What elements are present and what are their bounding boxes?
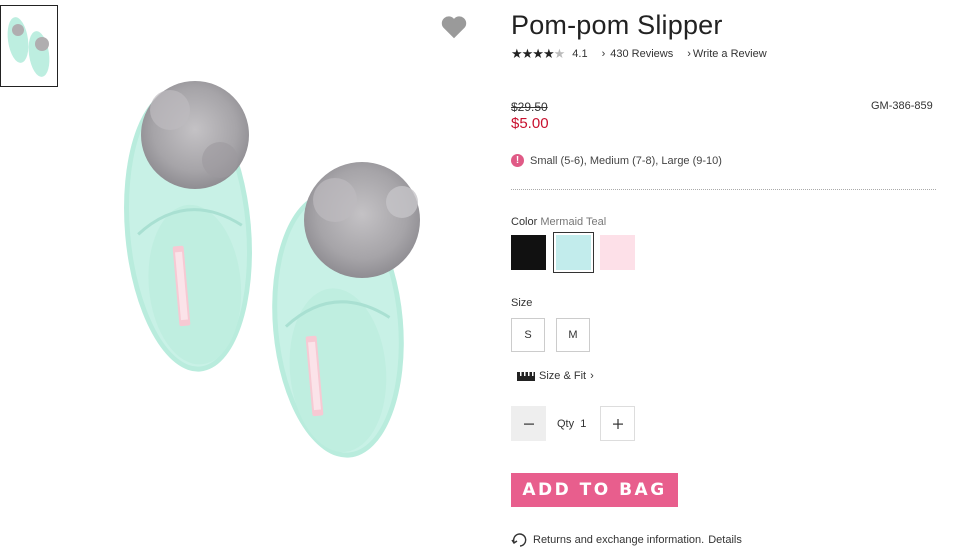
rating-value: 4.1 — [572, 48, 588, 60]
wishlist-heart-icon[interactable] — [439, 12, 469, 42]
selected-color-name: Mermaid Teal — [540, 216, 607, 228]
color-label-text: Color — [511, 216, 538, 228]
color-swatch-pink[interactable] — [600, 235, 635, 270]
qty-value: 1 — [580, 418, 587, 430]
plus-icon — [612, 418, 623, 429]
product-thumbnail[interactable] — [0, 5, 58, 87]
qty-label: Qty — [557, 418, 575, 430]
right-pompom — [304, 162, 420, 278]
size-option-s[interactable]: S — [511, 318, 545, 352]
chevron-right-icon: › — [687, 48, 691, 60]
qty-increase-button[interactable] — [600, 406, 635, 441]
alert-icon: ! — [511, 154, 524, 167]
chevron-right-icon: › — [601, 48, 606, 60]
rating-row: ★★★★★ 4.1 › 430 Reviews › Write a Review — [511, 46, 767, 62]
thumbnail-image — [7, 17, 50, 77]
add-to-bag-button[interactable]: ADD TO BAG — [511, 473, 678, 507]
qty-decrease-button[interactable] — [511, 406, 546, 441]
chevron-right-icon: › — [590, 370, 594, 382]
product-title: Pom-pom Slipper — [511, 10, 723, 40]
divider — [511, 189, 936, 190]
color-swatch-black[interactable] — [511, 235, 546, 270]
color-swatch-mermaid-teal[interactable] — [553, 232, 594, 273]
left-pompom — [141, 81, 249, 189]
rating-stars: ★★★★★ — [511, 46, 565, 61]
returns-info: Returns and exchange information. Detail… — [511, 533, 742, 547]
returns-text: Returns and exchange information. — [533, 534, 705, 546]
product-image — [110, 40, 430, 470]
reviews-link[interactable]: 430 Reviews — [610, 48, 673, 60]
returns-details-link[interactable]: Details — [708, 534, 742, 546]
original-price: $29.50 — [511, 100, 548, 114]
size-fit-text: Size & Fit — [539, 370, 587, 382]
minus-icon — [523, 423, 534, 425]
return-arrow-icon — [511, 533, 527, 547]
size-option-m[interactable]: M — [556, 318, 590, 352]
ruler-icon — [517, 371, 535, 381]
size-label: Size — [511, 297, 533, 309]
sale-price: $5.00 — [511, 115, 549, 132]
size-notice: ! Small (5-6), Medium (7-8), Large (9-10… — [511, 154, 722, 167]
size-fit-link[interactable]: Size & Fit › — [517, 370, 594, 382]
product-sku: GM-386-859 — [871, 100, 933, 112]
write-review-link[interactable]: Write a Review — [693, 48, 767, 60]
qty-display: Qty 1 — [557, 418, 586, 430]
size-notice-text: Small (5-6), Medium (7-8), Large (9-10) — [530, 154, 722, 167]
color-label: Color Mermaid Teal — [511, 216, 606, 228]
